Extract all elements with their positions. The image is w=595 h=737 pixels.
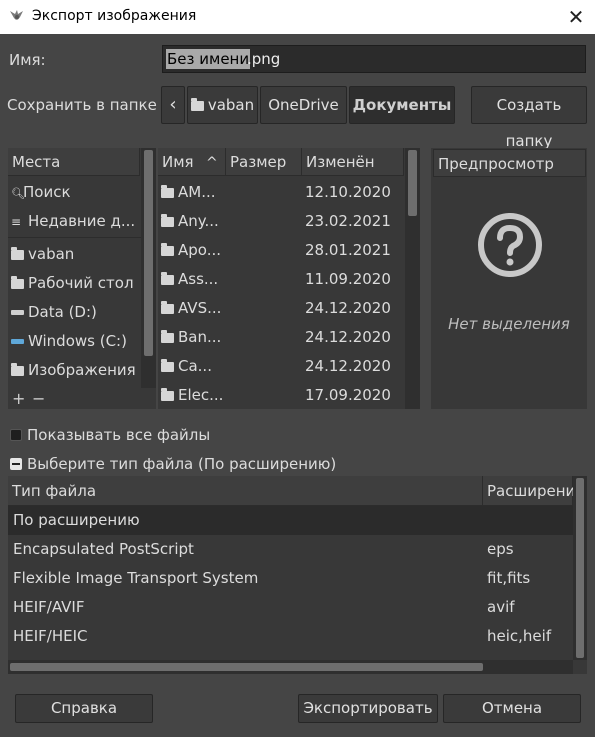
filename-input[interactable]: Без имени .png [162,45,586,73]
column-modified[interactable]: Изменён [302,148,404,176]
file-row[interactable]: Any... 23.02.2021 [161,207,401,236]
file-row[interactable]: AVS... 24.12.2020 [161,294,401,323]
folder-icon [11,276,24,289]
search-icon: 🔍︎ [11,187,25,200]
place-vaban[interactable]: vaban [11,240,141,269]
help-button[interactable]: Справка [15,694,153,723]
show-all-checkbox[interactable] [10,429,22,441]
filetype-row[interactable]: HEIF/AVIF avif [8,593,573,622]
crumb-onedrive[interactable]: OneDrive [260,86,347,124]
crumb-documents[interactable]: Документы [349,86,455,124]
drive-icon [11,310,24,315]
add-place-button[interactable]: + [12,389,25,408]
folder-icon [161,388,174,401]
title-bar: Экспорт изображения ✕ [0,0,595,34]
file-row[interactable]: Ban... 24.12.2020 [161,323,401,352]
places-divider [8,237,141,238]
recent-icon: ≡ [11,215,22,229]
sort-ascending-icon: ^ [206,155,218,171]
filetype-row-selected[interactable]: По расширению [8,506,573,535]
filetype-row[interactable]: Encapsulated PostScript eps [8,535,573,564]
save-in-folder-label: Сохранить в папке [7,96,157,114]
question-icon [478,213,542,277]
column-size[interactable]: Размер [226,148,302,176]
place-pictures[interactable]: Изображения [11,356,141,385]
chevron-left-icon: ‹ [169,94,177,115]
close-icon[interactable]: ✕ [562,4,590,30]
show-all-label[interactable]: Показывать все файлы [27,426,210,444]
file-row[interactable]: Apo... 28.01.2021 [161,236,401,265]
column-name[interactable]: Имя ^ [158,148,226,176]
column-filetype[interactable]: Тип файла [8,476,483,506]
preview-panel [431,148,587,409]
filetype-row[interactable]: Flexible Image Transport System fit,fits [8,564,573,593]
file-row[interactable]: Ca... 24.12.2020 [161,352,401,381]
filename-selected-text: Без имени [166,49,251,69]
filetype-expander-label[interactable]: Выберите тип файла (По расширению) [27,455,336,473]
filetype-hscroll-thumb[interactable] [10,663,483,671]
name-label: Имя: [9,51,46,69]
place-recent[interactable]: ≡ Недавние д... [11,207,141,236]
places-header[interactable]: Места [8,148,140,176]
file-row[interactable]: Ass... 11.09.2020 [161,265,401,294]
path-back-button[interactable]: ‹ [161,86,185,124]
filetype-vscroll-thumb[interactable] [576,478,584,658]
folder-icon [161,185,174,198]
folder-icon [161,359,174,372]
place-data-drive[interactable]: Data (D:) [11,298,141,327]
collapse-icon[interactable] [10,458,22,470]
window-title: Экспорт изображения [32,8,197,24]
crumb-vaban[interactable]: vaban [187,86,258,124]
places-scroll-thumb[interactable] [144,150,153,356]
remove-place-button[interactable]: − [32,389,45,408]
gimp-app-icon [10,10,23,20]
folder-icon [11,363,24,376]
place-windows-drive[interactable]: Windows (C:) [11,327,141,356]
export-button[interactable]: Экспортировать [298,694,438,723]
file-row[interactable]: AM... 12.10.2020 [161,178,401,207]
file-row[interactable]: Elec... 17.09.2020 [161,381,401,410]
folder-icon [161,243,174,256]
place-search[interactable]: 🔍︎Поиск [11,178,141,207]
column-extension[interactable]: Расширени [483,476,575,506]
cancel-button[interactable]: Отмена [443,694,581,723]
folder-icon [161,272,174,285]
filename-extension: .png [247,50,281,68]
preview-header: Предпросмотр [433,149,586,177]
folder-icon [161,330,174,343]
system-drive-icon [11,339,24,344]
folder-icon [161,301,174,314]
folder-icon [11,247,24,260]
filetype-row[interactable]: HEIF/HEIC heic,heif [8,622,573,651]
folder-icon [190,98,204,111]
no-selection-text: Нет выделения [448,315,570,333]
folder-icon [161,214,174,227]
place-desktop[interactable]: Рабочий стол [11,269,141,298]
create-folder-button[interactable]: Создать папку [471,86,587,150]
files-scroll-thumb[interactable] [408,150,417,216]
